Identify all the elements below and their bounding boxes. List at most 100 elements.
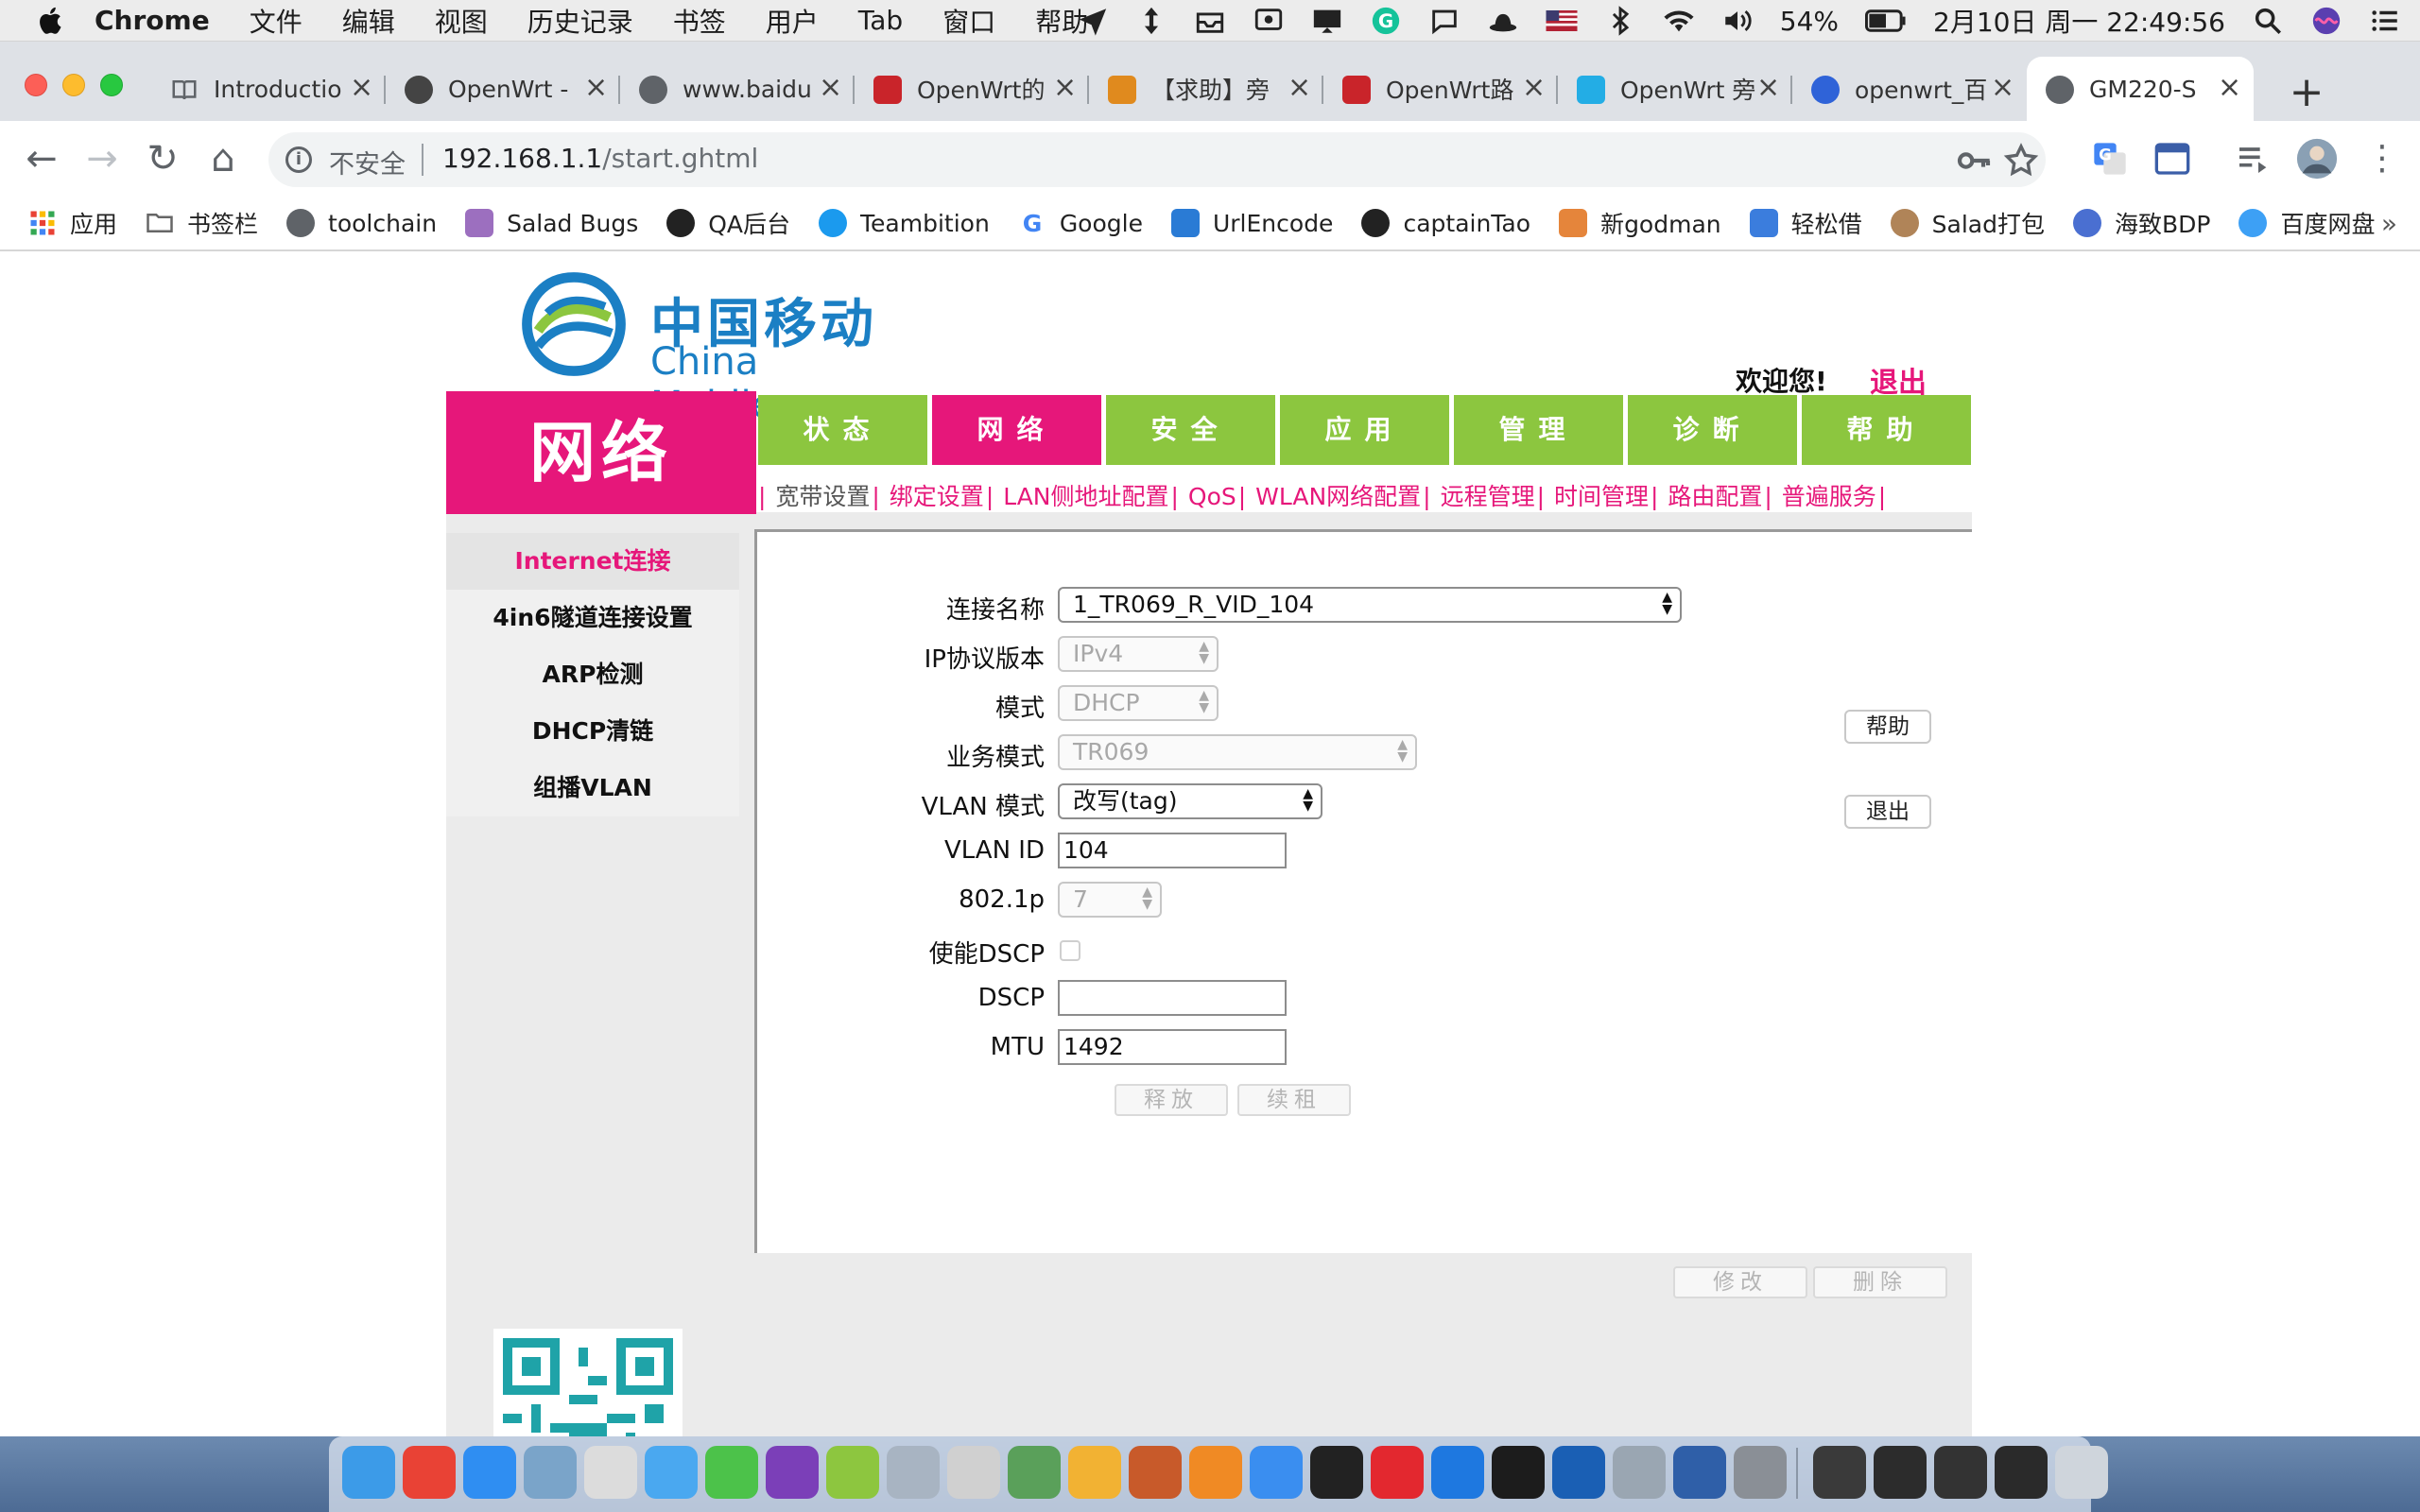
close-window-button[interactable] <box>25 74 47 96</box>
menu-view[interactable]: 视图 <box>435 2 488 40</box>
close-icon[interactable]: × <box>1053 74 1077 102</box>
bookmark-star-icon[interactable] <box>2002 142 2040 180</box>
connection-name-select[interactable]: 1_TR069_R_VID_104 ▲ ▼ <box>1058 587 1682 623</box>
spotlight-icon[interactable] <box>2252 5 2284 37</box>
sidebar-item-arp-detect[interactable]: ARP检测 <box>446 646 739 703</box>
chrome-icon[interactable] <box>403 1446 456 1499</box>
window-thumb-icon[interactable] <box>1813 1446 1866 1499</box>
nav-tab-network[interactable]: 网络 <box>932 395 1101 465</box>
exit-button[interactable]: 退出 <box>1844 795 1931 829</box>
minimize-window-button[interactable] <box>62 74 85 96</box>
chrome-menu-icon[interactable]: ⋮ <box>2361 138 2403 180</box>
url-text[interactable]: 192.168.1.1/start.ghtml <box>442 143 758 174</box>
delete-button[interactable]: 删除 <box>1813 1266 1947 1298</box>
send-icon[interactable] <box>1077 5 1109 37</box>
menu-edit[interactable]: 编辑 <box>342 2 395 40</box>
profile-avatar[interactable] <box>2295 137 2339 180</box>
window-thumb-icon[interactable] <box>1934 1446 1987 1499</box>
nav-tab-application[interactable]: 应用 <box>1280 395 1449 465</box>
vlan-mode-select[interactable]: 改写(tag) ▲ ▼ <box>1058 783 1322 819</box>
paw-icon[interactable] <box>1250 1446 1303 1499</box>
disk-utility-icon[interactable] <box>1613 1446 1666 1499</box>
tab-openwrt-csdn-2[interactable]: OpenWrt路 × <box>1323 57 1558 121</box>
notification-list-icon[interactable] <box>2369 5 2401 37</box>
security-indicator[interactable]: 不安全 <box>329 144 406 180</box>
bookmark-baidu-pan[interactable]: 百度网盘 <box>2238 206 2375 240</box>
menu-datetime[interactable]: 2月10日 周一 22:49:56 <box>1933 2 2225 40</box>
zoom-window-button[interactable] <box>100 74 123 96</box>
istat-icon[interactable] <box>1129 1446 1182 1499</box>
window-thumb-icon[interactable] <box>1874 1446 1927 1499</box>
bookmark-qa[interactable]: QA后台 <box>666 206 790 240</box>
nav-tab-help[interactable]: 帮助 <box>1802 395 1971 465</box>
menu-history[interactable]: 历史记录 <box>527 2 633 40</box>
cleaner-icon[interactable] <box>584 1446 637 1499</box>
help-button[interactable]: 帮助 <box>1844 710 1931 744</box>
nav-tab-diagnosis[interactable]: 诊断 <box>1628 395 1797 465</box>
menu-app-name[interactable]: Chrome <box>95 5 210 36</box>
sublime-icon[interactable] <box>1189 1446 1242 1499</box>
photos-icon[interactable] <box>1068 1446 1121 1499</box>
menu-file[interactable]: 文件 <box>250 2 302 40</box>
screenshot-app-icon[interactable] <box>947 1446 1000 1499</box>
launchpad-icon[interactable] <box>887 1446 940 1499</box>
close-icon[interactable]: × <box>1288 74 1311 102</box>
tab-gm220s-active[interactable]: GM220-S × <box>2027 57 2254 121</box>
tab-openwrt-bilibili[interactable]: OpenWrt 旁 × <box>1558 57 1792 121</box>
info-icon[interactable]: i <box>285 146 312 173</box>
dscp-enable-checkbox[interactable] <box>1060 940 1080 961</box>
close-icon[interactable]: × <box>819 74 842 102</box>
terminal-icon[interactable] <box>1492 1446 1545 1499</box>
virtualbox-icon[interactable] <box>1673 1446 1726 1499</box>
finder-icon[interactable] <box>342 1446 395 1499</box>
volume-icon[interactable] <box>1721 5 1754 37</box>
close-icon[interactable]: × <box>1756 74 1780 102</box>
bookmark-qingsongjie[interactable]: 轻松借 <box>1749 206 1862 240</box>
subnav-routing[interactable]: 路由配置 <box>1668 483 1762 510</box>
battery-icon[interactable] <box>1865 5 1907 37</box>
reader-extension-icon[interactable] <box>2153 140 2191 178</box>
menu-window[interactable]: 窗口 <box>942 2 995 40</box>
menu-people[interactable]: 用户 <box>766 2 819 40</box>
mtu-input[interactable]: 1492 <box>1058 1029 1287 1065</box>
sidebar-item-dhcp-clear[interactable]: DHCP清链 <box>446 703 739 760</box>
nav-tab-status[interactable]: 状态 <box>758 395 927 465</box>
forward-button[interactable]: → <box>81 138 123 180</box>
home-button[interactable]: ⌂ <box>202 138 244 180</box>
wifi-icon[interactable] <box>1663 5 1695 37</box>
subnav-binding[interactable]: 绑定设置 <box>890 483 984 510</box>
dscp-input[interactable] <box>1058 980 1287 1016</box>
subnav-lan-address[interactable]: LAN侧地址配置 <box>1003 483 1168 510</box>
reload-button[interactable]: ↻ <box>142 138 183 180</box>
sidebar-item-multicast-vlan[interactable]: 组播VLAN <box>446 760 739 816</box>
subnav-broadband[interactable]: 宽带设置 <box>775 483 870 510</box>
android-studio-icon[interactable] <box>1008 1446 1061 1499</box>
messages-icon[interactable] <box>645 1446 698 1499</box>
menu-tab[interactable]: Tab <box>858 5 903 36</box>
subnav-time-management[interactable]: 时间管理 <box>1554 483 1649 510</box>
window-thumb-icon[interactable] <box>1995 1446 2048 1499</box>
trash-icon[interactable] <box>2055 1446 2108 1499</box>
youdao-icon[interactable] <box>1371 1446 1424 1499</box>
sidebar-item-internet-connection[interactable]: Internet连接 <box>446 533 739 590</box>
updown-arrow-icon[interactable] <box>1135 5 1167 37</box>
bluetooth-icon[interactable] <box>1604 5 1636 37</box>
modify-button[interactable]: 修改 <box>1673 1266 1807 1298</box>
subnav-remote-management[interactable]: 远程管理 <box>1441 483 1535 510</box>
ip-version-select[interactable]: IPv4 ▲ ▼ <box>1058 636 1219 672</box>
bookmark-salad-bugs[interactable]: Salad Bugs <box>465 209 638 237</box>
close-icon[interactable]: × <box>350 74 373 102</box>
tab-introduction[interactable]: Introductio × <box>151 57 386 121</box>
tab-openwrt[interactable]: OpenWrt - × <box>386 57 620 121</box>
subnav-universal-service[interactable]: 普遍服务 <box>1782 483 1876 510</box>
nav-tab-management[interactable]: 管理 <box>1454 395 1623 465</box>
new-tab-button[interactable]: + <box>2280 68 2333 121</box>
bookmark-captaintao[interactable]: captainTao <box>1361 209 1530 237</box>
close-icon[interactable]: × <box>1991 74 2014 102</box>
wechat-icon[interactable] <box>705 1446 758 1499</box>
bookmark-godman[interactable]: 新godman <box>1559 206 1721 240</box>
bookmark-teambition[interactable]: Teambition <box>819 209 990 237</box>
vlan-id-input[interactable]: 104 <box>1058 833 1287 868</box>
bookmark-toolchain[interactable]: toolchain <box>286 209 437 237</box>
close-icon[interactable]: × <box>2218 74 2241 102</box>
